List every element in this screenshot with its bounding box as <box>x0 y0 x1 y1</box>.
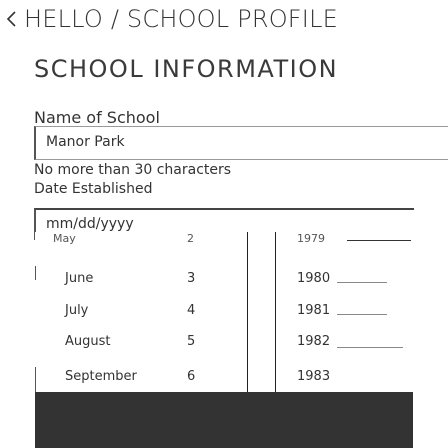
left-tick <box>35 367 36 395</box>
year-option[interactable]: 1979 <box>297 232 325 252</box>
school-name-label: Name of School <box>34 108 160 127</box>
divider-line <box>337 282 387 283</box>
day-option[interactable]: 3 <box>187 271 195 291</box>
day-option[interactable]: 6 <box>187 369 195 389</box>
day-option[interactable]: 5 <box>187 334 195 354</box>
header: HELLO / SCHOOL PROFILE <box>0 0 448 38</box>
date-picker[interactable]: May June July August September 2 3 4 5 6… <box>35 232 413 448</box>
date-established-label: Date Established <box>34 181 153 197</box>
school-name-input[interactable]: Manor Park <box>34 126 448 160</box>
school-name-value: Manor Park <box>46 134 125 150</box>
chevron-left-icon[interactable] <box>0 0 24 38</box>
left-tick <box>35 266 36 280</box>
day-option[interactable]: 2 <box>187 232 194 252</box>
month-option[interactable]: July <box>65 303 88 323</box>
year-option[interactable]: 1980 <box>297 271 330 291</box>
year-option[interactable]: 1981 <box>297 303 330 323</box>
picker-footer <box>35 392 413 448</box>
year-option[interactable]: 1982 <box>297 334 330 354</box>
date-placeholder: mm/dd/yyyy <box>46 216 134 232</box>
month-option[interactable]: June <box>65 271 93 291</box>
school-name-hint: No more than 30 characters <box>34 162 232 178</box>
divider-line <box>337 314 387 315</box>
year-option[interactable]: 1983 <box>297 369 330 389</box>
month-option[interactable]: August <box>65 334 111 354</box>
day-option[interactable]: 4 <box>187 303 195 323</box>
month-option[interactable]: May <box>53 232 76 252</box>
month-option[interactable]: September <box>65 369 137 389</box>
section-title: SCHOOL INFORMATION <box>34 55 339 83</box>
divider-line <box>347 240 411 241</box>
divider-line <box>337 347 403 348</box>
page-title: HELLO / SCHOOL PROFILE <box>24 5 339 33</box>
